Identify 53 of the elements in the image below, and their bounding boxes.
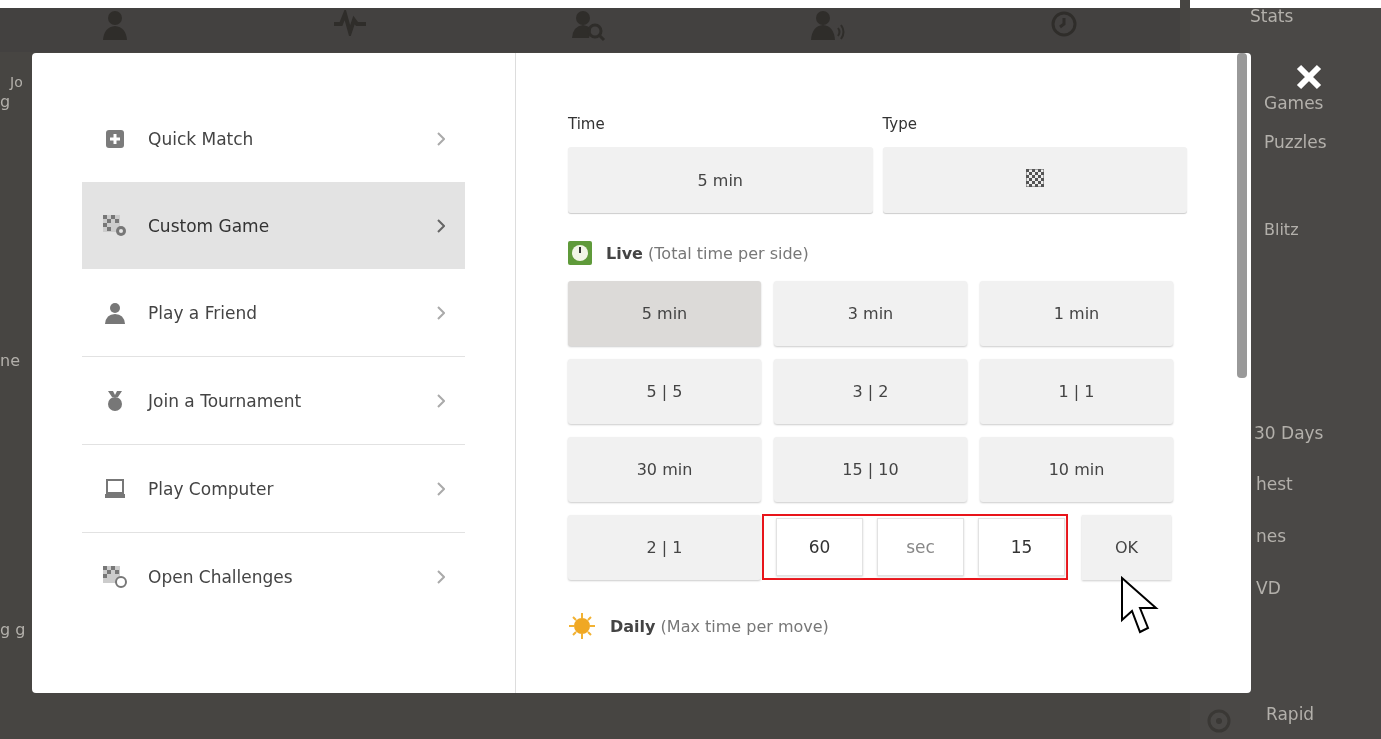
time-control-button[interactable]: 3 min [774, 281, 967, 346]
time-control-button[interactable]: 5 min [568, 281, 761, 346]
stopwatch-icon [568, 241, 592, 265]
time-control-button[interactable]: 30 min [568, 437, 761, 502]
time-control-button[interactable]: 5 | 5 [568, 359, 761, 424]
scrollbar[interactable] [1237, 53, 1247, 378]
chessboard-gear-icon [102, 213, 128, 238]
section-title: Daily (Max time per move) [610, 616, 829, 636]
ok-button[interactable]: OK [1082, 515, 1171, 580]
background-text: hest [1256, 474, 1293, 494]
menu-item[interactable]: Open Challenges [82, 532, 465, 620]
laptop-icon [102, 478, 128, 499]
menu-item[interactable]: Play a Friend [82, 269, 465, 356]
background-text: ne [0, 351, 21, 370]
background-text: Jo [10, 74, 24, 90]
background-text: VD [1256, 578, 1281, 598]
chevron-right-icon [437, 131, 445, 146]
time-control-button[interactable]: 1 min [980, 281, 1173, 346]
time-control-button[interactable]: 1 | 1 [980, 359, 1173, 424]
time-control-button[interactable]: 2 | 1 [568, 515, 761, 580]
minutes-input[interactable]: 60 [776, 517, 863, 576]
unit-input[interactable]: sec [877, 517, 964, 576]
field-label: Type [882, 115, 918, 133]
chevron-right-icon [437, 569, 445, 584]
increment-input[interactable]: 15 [978, 517, 1065, 576]
chessboard-circle-icon [102, 564, 128, 589]
background-text: 30 Days [1254, 423, 1324, 443]
chessboard-icon [1025, 169, 1044, 187]
background-text: g g [0, 620, 27, 639]
field-label: Time [568, 115, 606, 133]
menu-item[interactable]: Quick Match [82, 95, 465, 182]
section-title: Live (Total time per side) [606, 243, 809, 263]
background-text: nes [1256, 526, 1287, 546]
game-type-dropdown[interactable] [882, 147, 1187, 213]
sun-icon [568, 612, 596, 640]
chevron-right-icon [437, 393, 445, 408]
chevron-right-icon [437, 305, 445, 320]
background-text: Rapid [1266, 704, 1315, 724]
time-dropdown[interactable]: 5 min [568, 147, 873, 213]
menu-item[interactable]: Play Computer [82, 444, 465, 532]
chevron-right-icon [437, 218, 445, 233]
time-control-button[interactable]: 10 min [980, 437, 1173, 502]
time-control-button[interactable]: 15 | 10 [774, 437, 967, 502]
person-icon [102, 301, 128, 324]
chevron-right-icon [437, 481, 445, 496]
background-text: Puzzles [1264, 132, 1327, 152]
background-text: Blitz [1264, 220, 1299, 239]
menu-item[interactable]: Join a Tournament [82, 356, 465, 444]
time-control-button[interactable]: 3 | 2 [774, 359, 967, 424]
menu-item[interactable]: Custom Game [82, 182, 465, 269]
background-text: Stats [1250, 6, 1294, 26]
background-text: Games [1264, 93, 1324, 113]
background-text: g [0, 92, 12, 111]
